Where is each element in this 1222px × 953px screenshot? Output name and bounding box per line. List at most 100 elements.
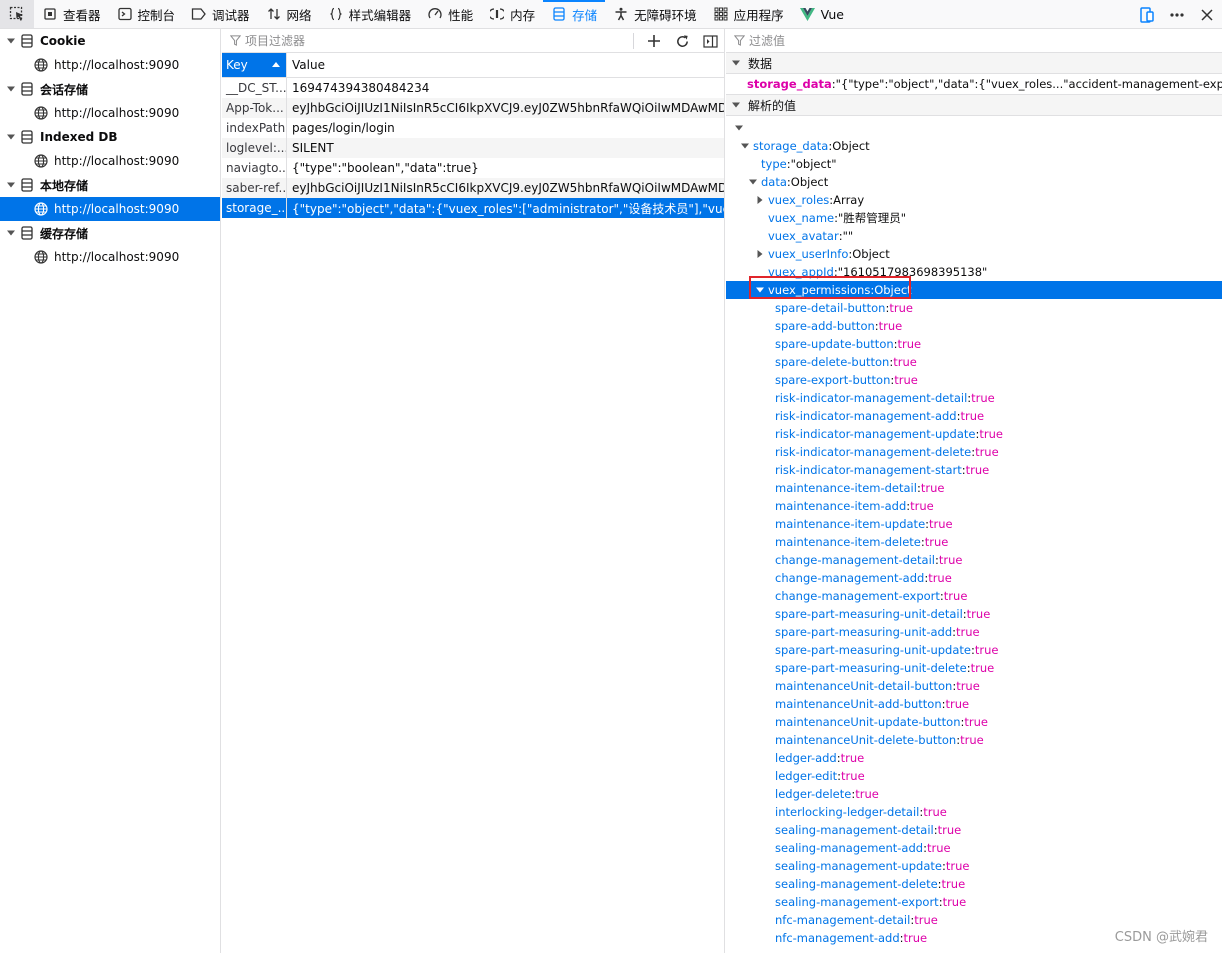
- table-row[interactable]: loglevel:... SILENT: [222, 138, 724, 158]
- storage-host-item[interactable]: http://localhost:9090: [0, 53, 220, 77]
- responsive-design-button[interactable]: [1132, 0, 1162, 29]
- tree-node[interactable]: sealing-management-export: true: [726, 893, 1222, 911]
- tree-node[interactable]: ledger-edit: true: [726, 767, 1222, 785]
- tree-node[interactable]: change-management-export: true: [726, 587, 1222, 605]
- chevron-down-icon[interactable]: [734, 124, 744, 132]
- tab-storage[interactable]: 存储: [543, 0, 606, 28]
- tree-node[interactable]: maintenanceUnit-update-button: true: [726, 713, 1222, 731]
- chevron-down-icon[interactable]: [6, 36, 16, 46]
- parsed-section-header[interactable]: 解析的值: [726, 95, 1222, 116]
- tab-memory[interactable]: 内存: [481, 0, 543, 28]
- tree-node[interactable]: vuex_avatar: "": [726, 227, 1222, 245]
- tree-node[interactable]: maintenance-item-detail: true: [726, 479, 1222, 497]
- storage-host-item[interactable]: http://localhost:9090: [0, 197, 220, 221]
- tree-node[interactable]: [726, 119, 1222, 137]
- storage-category[interactable]: 本地存储: [0, 173, 220, 197]
- tree-node[interactable]: vuex_permissions: Object: [726, 276, 1222, 299]
- chevron-down-icon[interactable]: [6, 180, 16, 190]
- tree-node[interactable]: sealing-management-delete: true: [726, 875, 1222, 893]
- storage-host-item[interactable]: http://localhost:9090: [0, 245, 220, 269]
- tree-node[interactable]: risk-indicator-management-start: true: [726, 461, 1222, 479]
- table-row[interactable]: indexPath pages/login/login: [222, 118, 724, 138]
- element-picker-button[interactable]: [0, 0, 34, 28]
- tab-label: 无障碍环境: [634, 7, 697, 23]
- storage-category[interactable]: Indexed DB: [0, 125, 220, 149]
- tab-debugger[interactable]: 调试器: [183, 0, 258, 28]
- tree-node[interactable]: risk-indicator-management-delete: true: [726, 443, 1222, 461]
- storage-category[interactable]: 缓存存储: [0, 221, 220, 245]
- more-options-button[interactable]: [1162, 0, 1192, 29]
- storage-host-item[interactable]: http://localhost:9090: [0, 101, 220, 125]
- tree-node[interactable]: maintenanceUnit-delete-button: true: [726, 731, 1222, 749]
- tree-node[interactable]: maintenanceUnit-add-button: true: [726, 695, 1222, 713]
- tree-node[interactable]: sealing-management-add: true: [726, 839, 1222, 857]
- table-row[interactable]: App-Tok... eyJhbGciOiJIUzI1NiIsInR5cCI6Ik…: [222, 98, 724, 118]
- tree-node[interactable]: interlocking-ledger-detail: true: [726, 803, 1222, 821]
- refresh-button[interactable]: [668, 29, 696, 53]
- toggle-sidebar-button[interactable]: [696, 29, 724, 53]
- tree-node[interactable]: spare-part-measuring-unit-add: true: [726, 623, 1222, 641]
- item-filter-input[interactable]: 项目过滤器: [245, 32, 305, 49]
- tree-node[interactable]: change-management-add: true: [726, 569, 1222, 587]
- tree-node[interactable]: maintenance-item-delete: true: [726, 533, 1222, 551]
- tree-node[interactable]: storage_data: Object: [726, 137, 1222, 155]
- table-row[interactable]: storage_... {"type":"object","data":{"vue…: [222, 198, 724, 218]
- tree-node[interactable]: spare-add-button: true: [726, 317, 1222, 335]
- tree-node[interactable]: sealing-management-detail: true: [726, 821, 1222, 839]
- table-row[interactable]: __DC_ST... 169474394380484234: [222, 78, 724, 98]
- tree-node[interactable]: spare-part-measuring-unit-detail: true: [726, 605, 1222, 623]
- raw-data-row[interactable]: storage_data:"{"type":"object","data":{"…: [726, 74, 1222, 95]
- tree-node[interactable]: spare-update-button: true: [726, 335, 1222, 353]
- tree-node[interactable]: vuex_userInfo: Object: [726, 245, 1222, 263]
- tab-performance[interactable]: 性能: [419, 0, 481, 28]
- close-devtools-button[interactable]: [1192, 0, 1222, 29]
- tab-console[interactable]: 控制台: [109, 0, 184, 28]
- tree-node[interactable]: maintenance-item-add: true: [726, 497, 1222, 515]
- tree-node[interactable]: vuex_appId: "1610517983698395138": [726, 263, 1222, 281]
- tree-node[interactable]: maintenanceUnit-detail-button: true: [726, 677, 1222, 695]
- tree-node[interactable]: maintenance-item-update: true: [726, 515, 1222, 533]
- tab-accessibility[interactable]: 无障碍环境: [605, 0, 705, 28]
- storage-host-item[interactable]: http://localhost:9090: [0, 149, 220, 173]
- chevron-down-icon[interactable]: [740, 142, 750, 150]
- tree-node[interactable]: spare-part-measuring-unit-update: true: [726, 641, 1222, 659]
- tree-node[interactable]: ledger-delete: true: [726, 785, 1222, 803]
- tree-node[interactable]: change-management-detail: true: [726, 551, 1222, 569]
- value-column-header[interactable]: Value: [286, 53, 724, 77]
- storage-category[interactable]: 会话存储: [0, 77, 220, 101]
- chevron-down-icon[interactable]: [755, 286, 765, 294]
- tree-node[interactable]: data: Object: [726, 173, 1222, 191]
- chevron-down-icon[interactable]: [6, 132, 16, 142]
- row-key: storage_...: [226, 201, 286, 215]
- tree-node[interactable]: type: "object": [726, 155, 1222, 173]
- chevron-right-icon[interactable]: [755, 196, 765, 204]
- tree-node[interactable]: vuex_name: "胜帮管理员": [726, 209, 1222, 227]
- tree-node[interactable]: vuex_roles: Array: [726, 191, 1222, 209]
- tab-style-editor[interactable]: 样式编辑器: [320, 0, 420, 28]
- chevron-down-icon[interactable]: [6, 84, 16, 94]
- tab-application[interactable]: 应用程序: [705, 0, 792, 28]
- tree-node[interactable]: sealing-management-update: true: [726, 857, 1222, 875]
- tab-network[interactable]: 网络: [258, 0, 320, 28]
- key-column-header[interactable]: Key: [222, 53, 286, 77]
- table-row[interactable]: saber-ref... eyJhbGciOiJIUzI1NiIsInR5cCI6…: [222, 178, 724, 198]
- tree-node[interactable]: spare-export-button: true: [726, 371, 1222, 389]
- tree-key: maintenance-item-delete: [775, 535, 921, 549]
- tree-node[interactable]: spare-part-measuring-unit-delete: true: [726, 659, 1222, 677]
- chevron-down-icon[interactable]: [6, 228, 16, 238]
- chevron-down-icon[interactable]: [748, 178, 758, 186]
- storage-category[interactable]: Cookie: [0, 29, 220, 53]
- value-filter-input[interactable]: 过滤值: [749, 32, 785, 49]
- table-row[interactable]: naviagto... {"type":"boolean","data":true…: [222, 158, 724, 178]
- tree-node[interactable]: risk-indicator-management-update: true: [726, 425, 1222, 443]
- tree-node[interactable]: risk-indicator-management-detail: true: [726, 389, 1222, 407]
- tree-node[interactable]: ledger-add: true: [726, 749, 1222, 767]
- data-section-header[interactable]: 数据: [726, 53, 1222, 74]
- chevron-right-icon[interactable]: [755, 250, 765, 258]
- tree-node[interactable]: spare-detail-button: true: [726, 299, 1222, 317]
- tree-node[interactable]: spare-delete-button: true: [726, 353, 1222, 371]
- tab-vue[interactable]: Vue: [792, 0, 852, 28]
- tree-node[interactable]: risk-indicator-management-add: true: [726, 407, 1222, 425]
- add-item-button[interactable]: [640, 29, 668, 53]
- tab-inspector[interactable]: 查看器: [34, 0, 109, 28]
